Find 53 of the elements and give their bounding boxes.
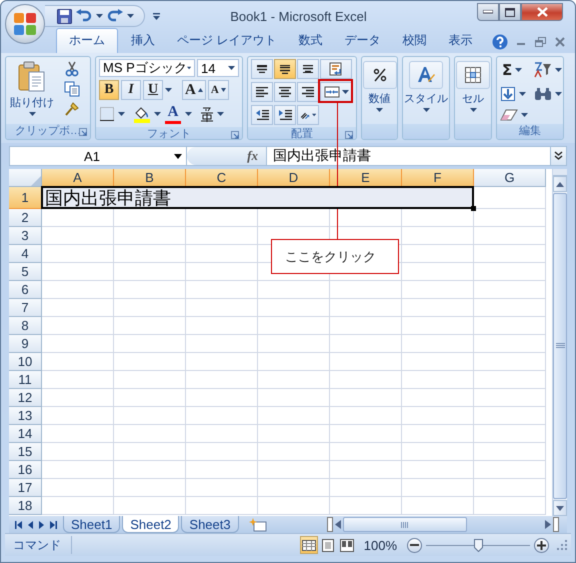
- row-header[interactable]: 10: [9, 353, 42, 371]
- sheet-tab[interactable]: Sheet1: [63, 516, 120, 533]
- row-header[interactable]: 16: [9, 461, 42, 479]
- zoom-level[interactable]: 100%: [364, 538, 397, 552]
- row-header[interactable]: 9: [9, 335, 42, 353]
- paste-button[interactable]: 貼り付け: [9, 59, 55, 122]
- ribbon-tab[interactable]: ページ レイアウト: [168, 28, 286, 53]
- sheet-tab[interactable]: Sheet2: [122, 516, 180, 533]
- font-size-field[interactable]: 14: [197, 59, 239, 77]
- row-header[interactable]: 3: [9, 227, 42, 245]
- autosum-button[interactable]: Σ: [500, 60, 528, 81]
- column-header[interactable]: D: [258, 169, 330, 187]
- row-header[interactable]: 7: [9, 299, 42, 317]
- row-header[interactable]: 17: [9, 479, 42, 497]
- ribbon-tab[interactable]: 表示: [439, 28, 482, 53]
- ribbon-tab[interactable]: 挿入: [122, 28, 164, 53]
- window-title: Book1 - Microsoft Excel: [229, 8, 368, 24]
- column-header[interactable]: B: [114, 169, 186, 187]
- font-color-button[interactable]: A: [163, 103, 183, 125]
- ribbon-tab[interactable]: 数式: [289, 28, 332, 53]
- shrink-font-button[interactable]: A: [208, 80, 229, 100]
- row-header[interactable]: 15: [9, 443, 42, 461]
- column-header[interactable]: E: [330, 169, 402, 187]
- row-header[interactable]: 2: [9, 209, 42, 227]
- ribbon-tab[interactable]: ホーム: [56, 28, 118, 53]
- sheet-tab[interactable]: Sheet3: [181, 516, 239, 533]
- row-header[interactable]: 18: [9, 497, 42, 515]
- row-header[interactable]: 12: [9, 389, 42, 407]
- row-header[interactable]: 5: [9, 263, 42, 281]
- row-header[interactable]: 8: [9, 317, 42, 335]
- bold-button[interactable]: B: [99, 80, 119, 100]
- column-header[interactable]: C: [186, 169, 258, 187]
- underline-button[interactable]: U: [143, 80, 163, 100]
- font-name-field[interactable]: MS Pゴシック: [99, 59, 195, 77]
- ribbon-tab[interactable]: データ: [335, 28, 390, 53]
- row-header[interactable]: 6: [9, 281, 42, 299]
- status-text: コマンド: [5, 536, 72, 554]
- ribbon-tab[interactable]: 校閲: [393, 28, 436, 53]
- row-header[interactable]: 13: [9, 407, 42, 425]
- column-header[interactable]: A: [42, 169, 114, 187]
- row-header[interactable]: 4: [9, 245, 42, 263]
- cell-text: 国内出張申請書: [44, 188, 171, 208]
- row-header[interactable]: 14: [9, 425, 42, 443]
- row-header[interactable]: 1: [9, 187, 42, 209]
- group-label: 配置: [248, 127, 356, 139]
- italic-button[interactable]: I: [121, 80, 141, 100]
- group-label: 編集: [497, 124, 563, 139]
- group-label: フォント: [96, 127, 242, 139]
- grow-font-button[interactable]: A: [182, 80, 206, 100]
- column-header[interactable]: F: [402, 169, 474, 187]
- column-header[interactable]: G: [474, 169, 546, 187]
- row-header[interactable]: 11: [9, 371, 42, 389]
- callout-label: ここをクリック: [271, 239, 399, 274]
